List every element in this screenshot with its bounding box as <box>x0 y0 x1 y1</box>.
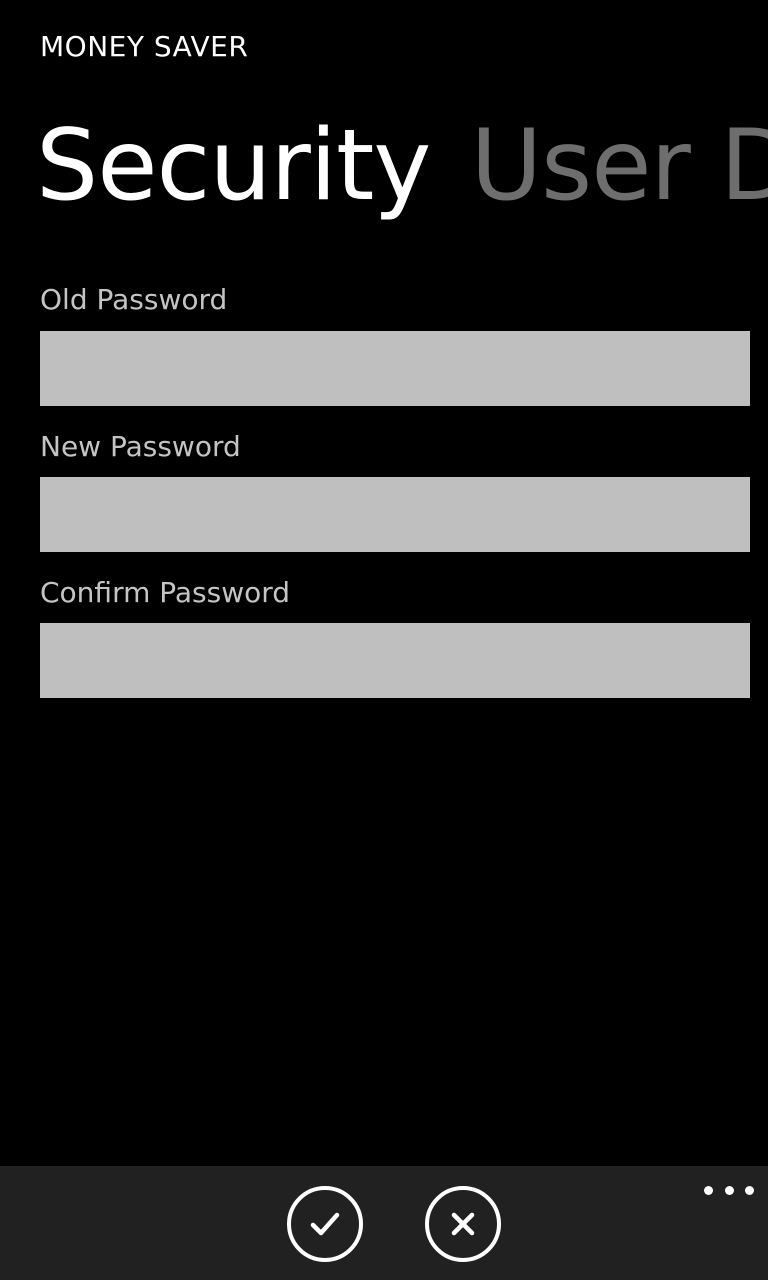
save-button[interactable] <box>287 1186 363 1262</box>
old-password-input[interactable] <box>40 331 750 406</box>
close-icon <box>451 1212 475 1236</box>
app-bar <box>0 1166 768 1280</box>
old-password-label: Old Password <box>40 283 228 316</box>
ellipsis-icon <box>745 1185 754 1195</box>
pivot-tab-security[interactable]: Security <box>36 106 431 226</box>
ellipsis-icon <box>724 1185 734 1195</box>
check-icon <box>310 1212 340 1236</box>
more-options-button[interactable] <box>704 1178 754 1202</box>
confirm-password-label: Confirm Password <box>40 576 291 609</box>
confirm-password-input[interactable] <box>40 623 750 698</box>
pivot-tab-user-details[interactable]: User Details <box>470 106 768 226</box>
pivot-headers: Security User Details <box>36 106 768 236</box>
app-title: MONEY SAVER <box>40 30 249 63</box>
ellipsis-icon <box>704 1185 713 1195</box>
new-password-label: New Password <box>40 430 241 463</box>
cancel-button[interactable] <box>425 1186 501 1262</box>
new-password-input[interactable] <box>40 477 750 552</box>
